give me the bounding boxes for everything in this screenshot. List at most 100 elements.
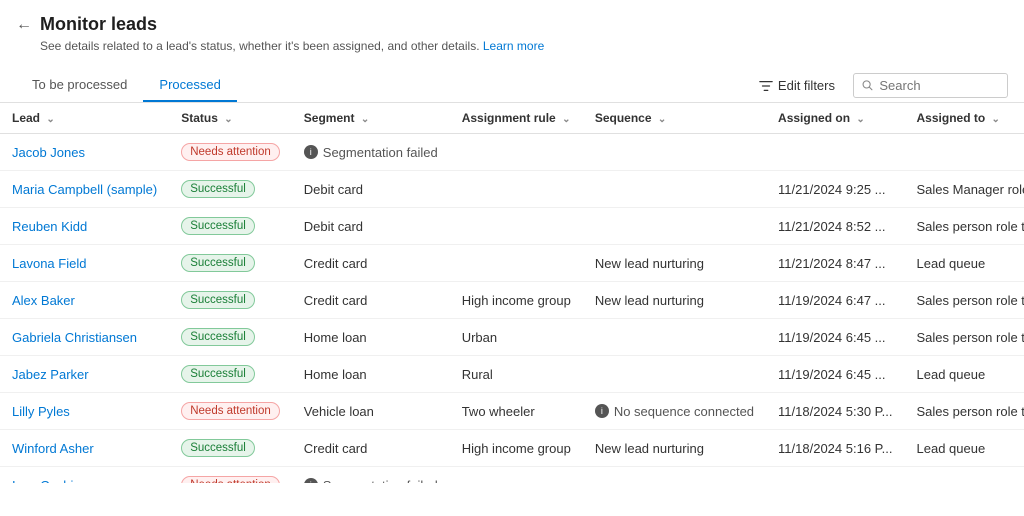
segment-cell: iSegmentation failed bbox=[292, 467, 450, 484]
assignment-rule-cell: Rural bbox=[450, 356, 583, 393]
lead-link[interactable]: Ivan Cashin bbox=[12, 478, 81, 484]
edit-filters-button[interactable]: Edit filters bbox=[751, 74, 843, 97]
assigned-on-cell: 11/19/2024 6:47 ... bbox=[766, 282, 904, 319]
page-subtitle: See details related to a lead's status, … bbox=[40, 39, 1008, 53]
sequence-cell bbox=[583, 319, 766, 356]
assignment-rule-cell bbox=[450, 467, 583, 484]
col-header-segment[interactable]: Segment ⌄ bbox=[292, 103, 450, 134]
table-row: Alex Baker Successful Credit cardHigh inco… bbox=[0, 282, 1024, 319]
table-row: Jabez Parker Successful Home loanRural 11/1… bbox=[0, 356, 1024, 393]
sequence-cell bbox=[583, 134, 766, 171]
table-row: Jacob JonesNeeds attentioniSegmentation … bbox=[0, 134, 1024, 171]
sequence-cell bbox=[583, 171, 766, 208]
assigned-to-cell: Lead queue bbox=[905, 430, 1024, 467]
learn-more-link[interactable]: Learn more bbox=[483, 39, 544, 53]
assigned-to-cell bbox=[905, 134, 1024, 171]
sort-assigned-on-icon: ⌄ bbox=[856, 114, 864, 125]
lead-link[interactable]: Jabez Parker bbox=[12, 367, 89, 382]
assignment-rule-cell: Urban bbox=[450, 319, 583, 356]
tab-to-be-processed[interactable]: To be processed bbox=[16, 69, 143, 102]
segment-cell: Debit card bbox=[292, 171, 450, 208]
segment-cell: Credit card bbox=[292, 430, 450, 467]
col-header-assigned-to[interactable]: Assigned to ⌄ bbox=[905, 103, 1024, 134]
assigned-on-cell: 11/21/2024 9:25 ... bbox=[766, 171, 904, 208]
assignment-rule-cell: High income group bbox=[450, 282, 583, 319]
assigned-to-cell: Lead queue bbox=[905, 356, 1024, 393]
sort-sequence-icon: ⌄ bbox=[658, 114, 666, 125]
assignment-rule-cell bbox=[450, 171, 583, 208]
status-badge: Needs attention bbox=[181, 143, 280, 161]
status-badge: Successful bbox=[181, 328, 255, 346]
col-header-lead[interactable]: Lead ⌄ bbox=[0, 103, 169, 134]
sequence-cell: iNo sequence connected bbox=[583, 393, 766, 430]
lead-link[interactable]: Maria Campbell (sample) bbox=[12, 182, 157, 197]
assigned-on-cell: 11/21/2024 8:52 ... bbox=[766, 208, 904, 245]
status-badge: Successful bbox=[181, 217, 255, 235]
assignment-rule-cell: High income group bbox=[450, 430, 583, 467]
assigned-on-cell bbox=[766, 467, 904, 484]
table-row: Lilly Pyles Needs attention Vehicle loanTw… bbox=[0, 393, 1024, 430]
assigned-to-cell: Sales person role team bbox=[905, 393, 1024, 430]
segment-cell: Home loan bbox=[292, 319, 450, 356]
assigned-on-cell: 11/19/2024 6:45 ... bbox=[766, 319, 904, 356]
lead-link[interactable]: Winford Asher bbox=[12, 441, 94, 456]
status-badge: Successful bbox=[181, 365, 255, 383]
leads-table: Lead ⌄ Status ⌄ Segment ⌄ Assignment rul… bbox=[0, 103, 1024, 483]
sort-assigned-to-icon: ⌄ bbox=[992, 114, 1000, 125]
assigned-to-cell: Sales person role team bbox=[905, 282, 1024, 319]
table-row: Gabriela Christiansen Successful Home loan… bbox=[0, 319, 1024, 356]
table-row: Maria Campbell (sample) Successful Debit c… bbox=[0, 171, 1024, 208]
segment-cell: Home loan bbox=[292, 356, 450, 393]
lead-link[interactable]: Gabriela Christiansen bbox=[12, 330, 137, 345]
assigned-on-cell: 11/18/2024 5:16 P... bbox=[766, 430, 904, 467]
sequence-cell: New lead nurturing bbox=[583, 430, 766, 467]
assigned-on-cell bbox=[766, 134, 904, 171]
sequence-warning-icon: i bbox=[595, 404, 609, 418]
sequence-cell bbox=[583, 467, 766, 484]
assigned-on-cell: 11/21/2024 8:47 ... bbox=[766, 245, 904, 282]
col-header-assigned-on[interactable]: Assigned on ⌄ bbox=[766, 103, 904, 134]
sort-lead-icon: ⌄ bbox=[46, 114, 54, 125]
back-button[interactable]: ← bbox=[16, 16, 32, 34]
lead-link[interactable]: Lavona Field bbox=[12, 256, 86, 271]
status-badge: Needs attention bbox=[181, 476, 280, 483]
assignment-rule-cell bbox=[450, 134, 583, 171]
status-badge: Successful bbox=[181, 439, 255, 457]
segment-cell: Credit card bbox=[292, 245, 450, 282]
assigned-to-cell bbox=[905, 467, 1024, 484]
assigned-on-cell: 11/19/2024 6:45 ... bbox=[766, 356, 904, 393]
sequence-cell: New lead nurturing bbox=[583, 245, 766, 282]
assignment-rule-cell bbox=[450, 208, 583, 245]
col-header-sequence[interactable]: Sequence ⌄ bbox=[583, 103, 766, 134]
assigned-to-cell: Sales person role team bbox=[905, 319, 1024, 356]
segment-cell: Debit card bbox=[292, 208, 450, 245]
assigned-to-cell: Sales person role team bbox=[905, 208, 1024, 245]
sequence-cell bbox=[583, 208, 766, 245]
assigned-on-cell: 11/18/2024 5:30 P... bbox=[766, 393, 904, 430]
tab-bar: To be processed Processed bbox=[16, 69, 237, 102]
segment-failed-icon: i bbox=[304, 145, 318, 159]
table-row: Lavona Field Successful Credit card New lea… bbox=[0, 245, 1024, 282]
assigned-to-cell: Sales Manager role te... bbox=[905, 171, 1024, 208]
status-badge: Needs attention bbox=[181, 402, 280, 420]
segment-cell: Vehicle loan bbox=[292, 393, 450, 430]
lead-link[interactable]: Alex Baker bbox=[12, 293, 75, 308]
sequence-cell bbox=[583, 356, 766, 393]
assignment-rule-cell: Two wheeler bbox=[450, 393, 583, 430]
table-row: Winford Asher Successful Credit cardHigh i… bbox=[0, 430, 1024, 467]
search-icon bbox=[862, 79, 873, 92]
col-header-status[interactable]: Status ⌄ bbox=[169, 103, 292, 134]
sort-segment-icon: ⌄ bbox=[361, 114, 369, 125]
table-row: Reuben Kidd Successful Debit card 11/21/202… bbox=[0, 208, 1024, 245]
sort-status-icon: ⌄ bbox=[224, 114, 232, 125]
lead-link[interactable]: Jacob Jones bbox=[12, 145, 85, 160]
lead-link[interactable]: Reuben Kidd bbox=[12, 219, 87, 234]
lead-link[interactable]: Lilly Pyles bbox=[12, 404, 70, 419]
tab-processed[interactable]: Processed bbox=[143, 69, 236, 102]
col-header-assignment-rule[interactable]: Assignment rule ⌄ bbox=[450, 103, 583, 134]
segment-cell: Credit card bbox=[292, 282, 450, 319]
status-badge: Successful bbox=[181, 254, 255, 272]
status-badge: Successful bbox=[181, 291, 255, 309]
search-input[interactable] bbox=[879, 78, 999, 93]
status-badge: Successful bbox=[181, 180, 255, 198]
